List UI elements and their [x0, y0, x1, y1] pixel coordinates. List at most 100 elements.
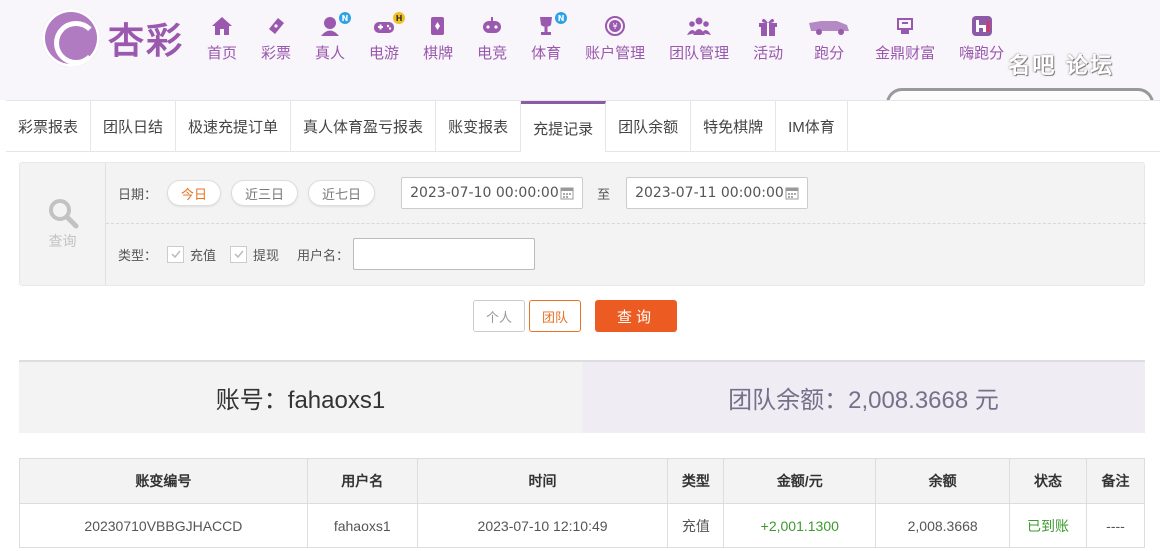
personal-button[interactable]: 个人 — [473, 300, 526, 332]
nav-label: 体育 — [531, 45, 562, 62]
end-date-value: 2023-07-11 00:00:00 — [635, 185, 784, 201]
search-button[interactable]: 查询 — [595, 300, 678, 332]
team-icon — [684, 12, 714, 40]
cell-type: 充值 — [667, 503, 725, 548]
col-header: 余额 — [875, 458, 1011, 504]
nav-item-team[interactable]: 团队管理 — [669, 12, 729, 63]
divider — [106, 223, 1146, 224]
tab-live-sports-pnl[interactable]: 真人体育盈亏报表 — [291, 101, 437, 152]
tab-im-sports[interactable]: IM体育 — [776, 101, 848, 152]
type-withdraw-checkbox[interactable]: 提现 — [230, 245, 279, 264]
nav-label: 团队管理 — [669, 45, 730, 62]
checkbox-icon — [167, 245, 185, 263]
cards-icon — [423, 12, 453, 40]
query-side-label: 查询 — [48, 234, 77, 250]
range-3days-button[interactable]: 近三日 — [231, 180, 299, 206]
cell-username: fahaoxs1 — [306, 503, 418, 548]
nav-label: 账户管理 — [585, 45, 646, 62]
top-navigation-bar: 杏彩 首页 彩票 N 真人 H 电游 棋牌 电竞 N 体育 ¥ 账户管理 团队管… — [0, 0, 1160, 146]
col-header: 账变编号 — [19, 458, 308, 504]
logo-emblem-icon — [42, 9, 100, 67]
cell-time: 2023-07-10 12:10:49 — [416, 503, 669, 548]
cell-status: 已到账 — [1009, 503, 1087, 548]
col-header: 类型 — [667, 458, 725, 504]
nav-item-points[interactable]: 跑分 — [807, 12, 851, 63]
trophy-icon: N — [531, 12, 568, 40]
records-table: 账变编号 用户名 时间 类型 金额/元 余额 状态 备注 20230710VBB… — [19, 458, 1146, 548]
nav-item-account[interactable]: ¥ 账户管理 — [585, 12, 645, 63]
cell-remark: ---- — [1085, 503, 1146, 548]
nav-item-promotions[interactable]: 活动 — [753, 12, 783, 63]
nav-label: 棋牌 — [423, 45, 454, 62]
team-balance: 团队余额：2,008.3668 元 — [582, 362, 1145, 433]
tab-team-balance[interactable]: 团队余额 — [606, 101, 692, 152]
table-header-row: 账变编号 用户名 时间 类型 金额/元 余额 状态 备注 — [19, 458, 1146, 504]
range-7days-button[interactable]: 近七日 — [308, 180, 376, 206]
type-row: 类型： 充值 提现 用户名： — [118, 237, 536, 271]
nav-item-live[interactable]: N 真人 — [315, 12, 352, 63]
username-input[interactable] — [353, 238, 536, 270]
account-summary: 账号：fahaoxs1 团队余额：2,008.3668 元 — [19, 360, 1145, 433]
start-date-value: 2023-07-10 00:00:00 — [410, 185, 559, 201]
home-icon — [207, 12, 237, 40]
tab-special-cards[interactable]: 特免棋牌 — [691, 101, 777, 152]
nav-label: 首页 — [207, 45, 238, 62]
hot-badge: H — [393, 12, 406, 24]
live-dealer-icon: N — [315, 12, 352, 40]
date-row: 日期： 今日 近三日 近七日 2023-07-10 00:00:00 至 202… — [118, 177, 809, 209]
date-label: 日期： — [118, 187, 158, 203]
nav-label: 电竞 — [477, 45, 508, 62]
type-withdraw-label: 提现 — [253, 248, 280, 264]
type-deposit-checkbox[interactable]: 充值 — [167, 245, 216, 264]
query-panel: 查询 日期： 今日 近三日 近七日 2023-07-10 00:00:00 至 … — [19, 162, 1146, 286]
to-label: 至 — [597, 187, 611, 203]
runner-icon — [807, 12, 851, 40]
nav-label: 彩票 — [261, 45, 292, 62]
search-icon — [48, 199, 78, 229]
tab-fast-deposit-orders[interactable]: 极速充提订单 — [176, 101, 292, 152]
nav-item-sports[interactable]: N 体育 — [531, 12, 568, 63]
cell-amount: +2,001.1300 — [723, 503, 877, 548]
nav-label: 电游 — [369, 45, 400, 62]
tab-team-daily[interactable]: 团队日结 — [91, 101, 177, 152]
nav-item-egames[interactable]: H 电游 — [369, 12, 406, 63]
col-header: 状态 — [1009, 458, 1087, 504]
nav-item-lottery[interactable]: 彩票 — [261, 12, 291, 63]
start-date-input[interactable]: 2023-07-10 00:00:00 — [401, 177, 584, 209]
brand-logo[interactable]: 杏彩 — [42, 8, 202, 68]
brand-name: 杏彩 — [108, 20, 185, 62]
range-today-button[interactable]: 今日 — [167, 180, 222, 206]
query-side: 查询 — [20, 163, 106, 285]
col-header: 时间 — [416, 458, 669, 504]
tab-lottery-report[interactable]: 彩票报表 — [6, 101, 92, 152]
type-label: 类型： — [118, 248, 158, 264]
tab-deposit-withdraw-records[interactable]: 充提记录 — [521, 101, 607, 152]
cell-balance: 2,008.3668 — [875, 503, 1011, 548]
nav-label: 真人 — [315, 45, 346, 62]
gift-icon — [753, 12, 783, 40]
svg-text:¥: ¥ — [613, 22, 618, 31]
action-buttons: 个人 团队 查询 — [473, 300, 678, 332]
cell-record-id: 20230710VBBGJHACCD — [19, 503, 308, 548]
calendar-icon — [560, 187, 574, 200]
type-deposit-label: 充值 — [190, 248, 217, 264]
lottery-ticket-icon — [261, 12, 291, 40]
end-date-input[interactable]: 2023-07-11 00:00:00 — [626, 177, 809, 209]
new-badge: N — [555, 12, 568, 24]
username-label: 用户名： — [297, 248, 350, 264]
nav-item-home[interactable]: 首页 — [207, 12, 237, 63]
gamepad-icon: H — [369, 12, 406, 40]
account-name: 账号：fahaoxs1 — [19, 362, 582, 433]
hi-icon — [967, 12, 997, 40]
nav-item-cards[interactable]: 棋牌 — [423, 12, 453, 63]
new-badge: N — [339, 12, 352, 24]
col-header: 金额/元 — [723, 458, 877, 504]
team-button[interactable]: 团队 — [529, 300, 582, 332]
report-tabs: 彩票报表 团队日结 极速充提订单 真人体育盈亏报表 账变报表 充提记录 团队余额… — [6, 100, 1160, 152]
tab-account-changes[interactable]: 账变报表 — [436, 101, 522, 152]
calendar-icon — [785, 187, 799, 200]
nav-item-esports[interactable]: 电竞 — [477, 12, 507, 63]
nav-label: 活动 — [753, 45, 784, 62]
treasure-icon — [890, 12, 920, 40]
watermark-top-text: 名吧 论坛 — [1008, 54, 1114, 79]
